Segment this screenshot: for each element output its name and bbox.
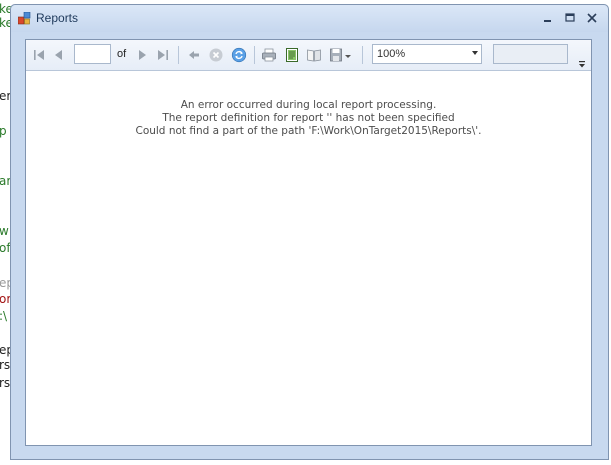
toolbar-separator	[362, 46, 363, 64]
window-title: Reports	[36, 11, 79, 25]
code-fragment: w	[0, 224, 9, 238]
code-fragment: :\	[0, 309, 8, 323]
toolbar-separator	[178, 46, 179, 64]
close-icon[interactable]	[585, 11, 599, 25]
code-fragment: rs	[0, 376, 11, 390]
last-page-icon[interactable]	[155, 47, 171, 63]
code-fragment: rs	[0, 358, 11, 372]
minimize-icon[interactable]	[541, 11, 555, 25]
error-line: The report definition for report '' has …	[162, 112, 455, 124]
find-text-input[interactable]	[493, 44, 568, 64]
toolbar-overflow-icon[interactable]	[577, 60, 587, 69]
page-setup-icon[interactable]	[306, 47, 322, 63]
export-dropdown-arrow-icon[interactable]	[344, 47, 352, 63]
reports-window: Reports of 100% An error occurred during…	[10, 4, 609, 460]
error-line: Could not find a part of the path 'F:\Wo…	[135, 125, 482, 137]
first-page-icon[interactable]	[31, 47, 47, 63]
code-fragment: p	[0, 124, 7, 138]
back-arrow-icon[interactable]	[186, 47, 202, 63]
next-page-icon[interactable]	[134, 47, 150, 63]
previous-page-icon[interactable]	[51, 47, 67, 63]
error-message: An error occurred during local report pr…	[26, 99, 591, 138]
export-save-icon[interactable]	[329, 47, 345, 63]
error-line: An error occurred during local report pr…	[180, 99, 437, 111]
print-layout-icon[interactable]	[284, 47, 300, 63]
title-bar[interactable]: Reports	[11, 5, 608, 32]
report-viewer: of 100% An error occurred during local r…	[25, 39, 592, 446]
current-page-input[interactable]	[74, 44, 111, 64]
report-toolbar: of 100%	[26, 40, 591, 71]
zoom-value: 100%	[377, 48, 406, 60]
page-of-label: of	[117, 48, 127, 60]
app-icon	[18, 12, 31, 25]
toolbar-separator	[254, 46, 255, 64]
print-icon[interactable]	[261, 47, 277, 63]
chevron-down-icon	[472, 51, 478, 55]
report-content-area: An error occurred during local report pr…	[26, 71, 591, 445]
maximize-icon[interactable]	[563, 11, 577, 25]
zoom-select[interactable]: 100%	[372, 44, 482, 64]
stop-icon[interactable]	[208, 47, 224, 63]
refresh-icon[interactable]	[231, 47, 247, 63]
